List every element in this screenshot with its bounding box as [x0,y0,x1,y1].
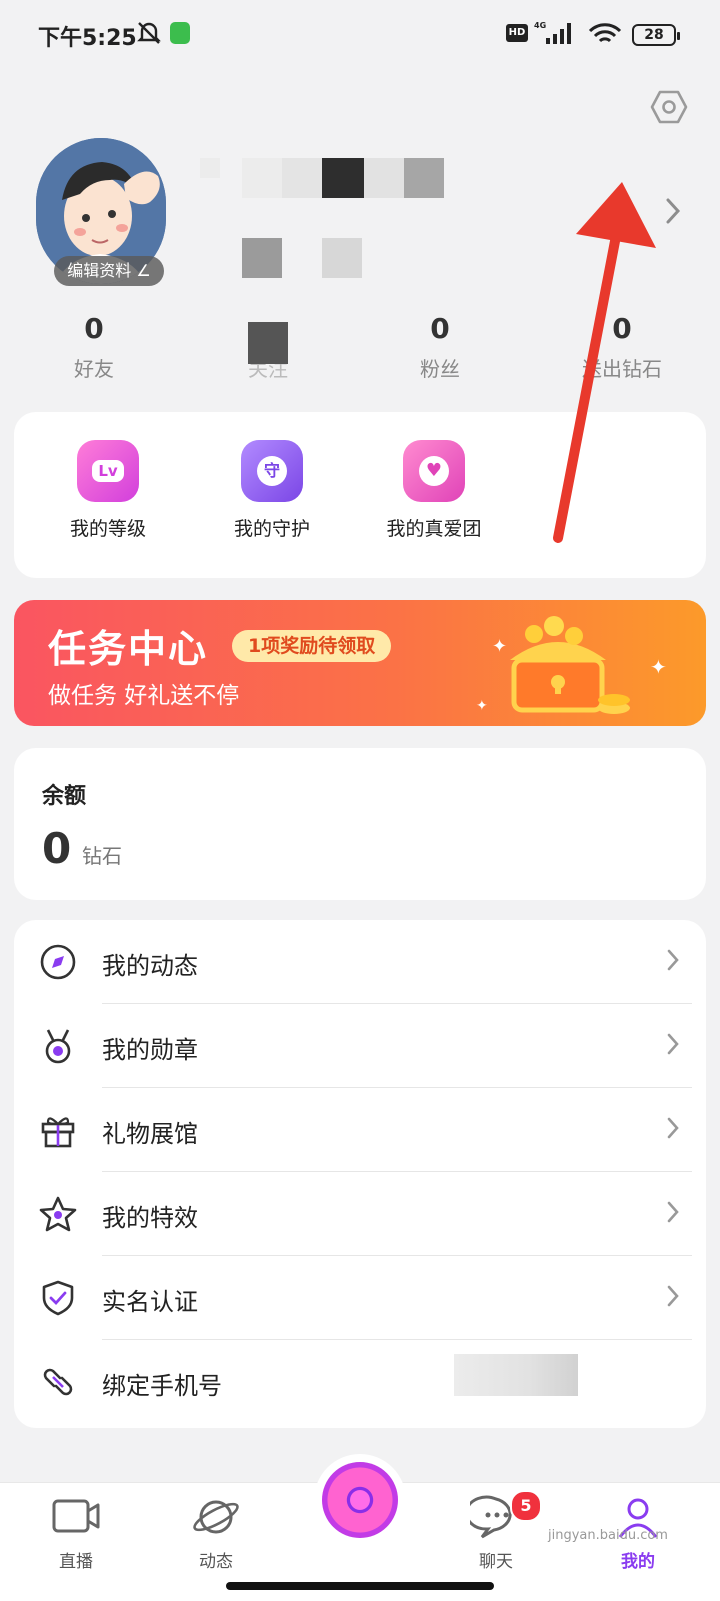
nav-moments[interactable]: 动态 [166,1495,266,1572]
live-camera-icon [52,1499,100,1533]
reward-pending-pill: 1项奖励待领取 [232,630,392,662]
chevron-right-icon [667,949,679,971]
planet-icon [193,1500,239,1534]
edit-profile-badge[interactable]: 编辑资料 ∠ [54,256,164,286]
hd-icon: HD [506,24,528,42]
chevron-right-icon [667,1201,679,1223]
user-id-redacted [240,238,380,280]
signal-icon: 4G [534,21,571,44]
edit-profile-label: 编辑资料 [67,261,132,280]
menu-label: 我的动态 [102,952,198,980]
battery-icon: 28 [632,24,680,46]
task-subtitle: 做任务 好礼送不停 [48,683,240,709]
gift-icon [41,1117,75,1148]
link-icon [43,1368,73,1396]
menu-item-my-medals[interactable]: 我的勋章 [14,1004,706,1088]
task-title: 任务中心 [48,627,209,671]
menu-item-real-name-verification[interactable]: 实名认证 [14,1256,706,1340]
balance-card[interactable]: 余额 0 钻石 [14,748,706,900]
shortcut-my-guard[interactable]: 守 我的守护 [192,440,352,541]
stat-label: 好友 [74,357,114,381]
compass-icon [40,944,76,980]
menu-item-bind-phone[interactable]: 绑定手机号 [14,1340,706,1424]
balance-title: 余额 [42,784,87,809]
heart-team-icon-glyph: ♥ [419,456,449,486]
balance-unit: 钻石 [82,844,122,868]
chevron-right-icon [667,1117,679,1139]
svg-text:✦: ✦ [650,655,667,679]
chevron-right-icon [667,1033,679,1055]
task-center-banner[interactable]: 任务中心 1项奖励待领取 做任务 好礼送不停 ✦ ✦ ✦ [14,600,706,726]
profile-chevron-icon[interactable] [664,196,682,226]
nav-label: 我的 [621,1552,655,1572]
medal-icon [45,1029,71,1064]
menu-item-my-moments[interactable]: 我的动态 [14,920,706,1004]
svg-text:✦: ✦ [492,636,507,657]
guard-icon-glyph: 守 [257,456,287,486]
star-icon [39,1196,77,1232]
stat-friends[interactable]: 0 好友 [4,312,184,382]
settings-hexagon-icon[interactable] [650,88,688,126]
bell-muted-icon [137,22,161,44]
guard-icon: 守 [241,440,303,502]
status-bar: 下午5:25 HD 4G 28 [0,0,720,70]
phone-number-redacted [454,1354,578,1396]
shortcut-label: 我的等级 [69,518,146,540]
chat-unread-badge: 5 [510,1490,542,1522]
menu-list: 我的动态 我的勋章 礼物展馆 我的特效 实名认证 绑定手机号 [14,920,706,1428]
home-indicator[interactable] [226,1582,494,1590]
chevron-right-icon [667,1285,679,1307]
nav-label: 聊天 [479,1552,513,1572]
nav-live[interactable]: 直播 [26,1495,126,1572]
balance-value: 0 [42,824,72,873]
watermark: jingyan.baidu.com [548,1528,668,1543]
shortcut-label: 我的守护 [233,518,310,540]
stat-fans[interactable]: 0 粉丝 [350,312,530,382]
menu-label: 我的勋章 [102,1036,198,1064]
network-label: 4G [534,21,546,30]
menu-item-my-effects[interactable]: 我的特效 [14,1172,706,1256]
app-notification-icon [170,22,190,44]
stat-value: 0 [84,312,104,345]
stat-value: 0 [430,312,450,345]
shortcut-my-level[interactable]: Lv 我的等级 [28,440,188,541]
menu-label: 我的特效 [102,1204,198,1232]
menu-label: 礼物展馆 [102,1120,198,1148]
following-count-redacted [248,322,288,364]
nav-label: 直播 [59,1552,93,1572]
red-arrow-annotation [553,182,656,543]
record-button-icon[interactable] [322,1462,398,1538]
heart-team-icon: ♥ [403,440,465,502]
status-time: 下午5:25 [38,26,137,51]
level-icon: Lv [77,440,139,502]
menu-label: 实名认证 [102,1288,198,1316]
svg-text:✦: ✦ [476,698,488,714]
username-redacted [200,158,460,202]
menu-label: 绑定手机号 [102,1372,222,1400]
shortcut-label: 我的真爱团 [386,518,482,540]
shield-check-icon [42,1280,74,1316]
stat-label: 粉丝 [420,357,460,381]
shortcut-true-love-team[interactable]: ♥ 我的真爱团 [354,440,514,541]
level-icon-glyph: Lv [92,460,124,482]
treasure-chest-icon: ✦ ✦ ✦ [476,616,667,714]
wifi-icon [588,23,622,43]
nav-label: 动态 [199,1552,233,1572]
menu-item-gift-hall[interactable]: 礼物展馆 [14,1088,706,1172]
